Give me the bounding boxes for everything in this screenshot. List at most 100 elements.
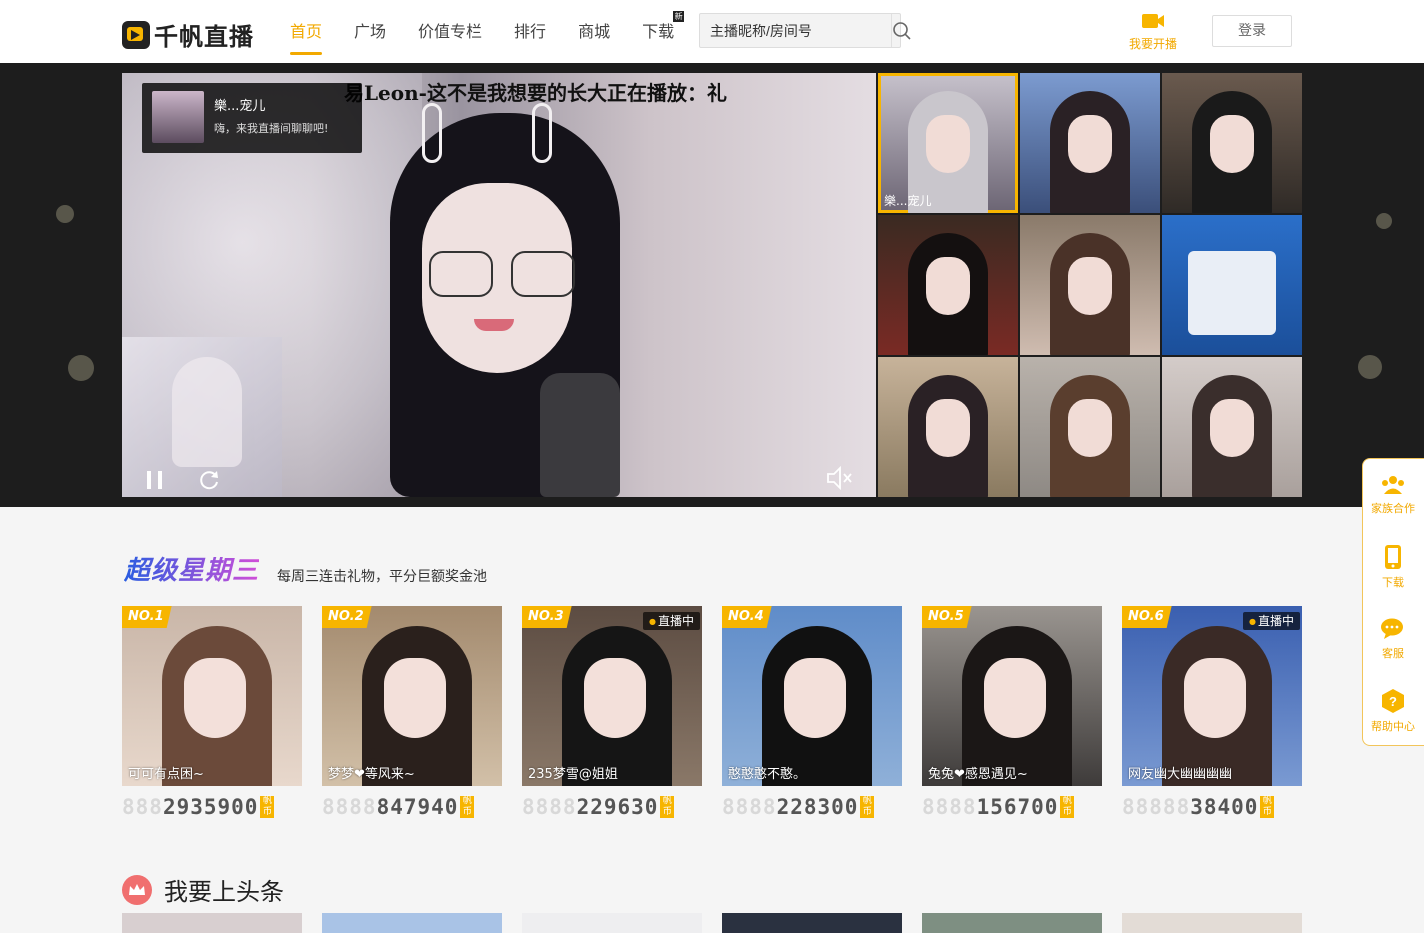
search-box xyxy=(699,13,911,48)
family-cooperation-button[interactable]: 家族合作 xyxy=(1363,459,1423,531)
rank-number: NO.6 xyxy=(1122,606,1172,628)
rank-number: NO.4 xyxy=(722,606,772,628)
live-thumbnail[interactable]: 樂...宠儿 xyxy=(878,73,1018,213)
super-wednesday-subtitle: 每周三连击礼物，平分巨额奖金池 xyxy=(277,569,487,585)
rank-streamer-name: 兔兔❤感恩遇见~ xyxy=(928,767,1028,782)
rank-card[interactable]: NO.5 兔兔❤感恩遇见~ 8888156700 帆币 xyxy=(922,606,1102,822)
broadcast-label: 我要开播 xyxy=(1128,37,1177,51)
video-player[interactable]: 易Leon-这不是我想要的长大正在播放：礼 樂...宠儿 嗨，来我直播间聊聊吧! xyxy=(122,73,876,497)
coin-tag: 帆币 xyxy=(460,796,475,818)
live-badge: 直播中 xyxy=(643,612,700,630)
logo-text: 千帆直播 xyxy=(154,23,254,51)
score-digits: 8888156700 xyxy=(922,795,1058,819)
rank-card[interactable]: NO.2 梦梦❤等风来~ 8888847940 帆币 xyxy=(322,606,502,822)
video-headband-ear xyxy=(422,103,442,163)
hero-live-section: 易Leon-这不是我想要的长大正在播放：礼 樂...宠儿 嗨，来我直播间聊聊吧!… xyxy=(0,63,1424,507)
streamer-message: 嗨，来我直播间聊聊吧! xyxy=(214,122,329,135)
download-button[interactable]: 下载 xyxy=(1363,531,1423,603)
score-digits: 8882935900 xyxy=(122,795,258,819)
search-button[interactable] xyxy=(891,14,912,47)
refresh-icon[interactable] xyxy=(197,468,221,492)
rank-score: 8888156700 帆币 xyxy=(922,794,1102,820)
nav-label: 首页 xyxy=(290,22,323,41)
rank-streamer-name: 可可有点困~ xyxy=(128,767,204,782)
rank-number: NO.2 xyxy=(322,606,372,628)
rank-card[interactable]: NO.3 直播中 235梦雪@姐姐 8888229630 帆币 xyxy=(522,606,702,822)
streamer-avatar xyxy=(152,91,204,143)
live-thumbnail[interactable] xyxy=(1162,357,1302,497)
nav-download[interactable]: 下载 新 xyxy=(626,0,690,63)
rank-card-image: NO.6 直播中 网友幽大幽幽幽幽 xyxy=(1122,606,1302,786)
score-pad: 888 xyxy=(122,795,163,819)
headline-card[interactable] xyxy=(322,913,502,933)
search-input[interactable] xyxy=(700,14,891,47)
phone-icon xyxy=(1385,545,1401,569)
super-wednesday-logo-text: 超级星期三 xyxy=(124,550,259,587)
side-label: 帮助中心 xyxy=(1371,720,1415,733)
nav-label: 商城 xyxy=(578,22,611,41)
top-header: 千帆直播 首页 广场 价值专栏 排行 商城 下载 新 我要开播 登录 xyxy=(0,0,1424,63)
rank-card-image: NO.2 梦梦❤等风来~ xyxy=(322,606,502,786)
nav-label: 广场 xyxy=(354,22,387,41)
customer-service-button[interactable]: 客服 xyxy=(1363,603,1423,675)
score-digits: 8888847940 xyxy=(322,795,458,819)
headline-card[interactable] xyxy=(1122,913,1302,933)
marquee-text: 易Leon-这不是我想要的长大正在播放：礼 xyxy=(344,81,727,105)
live-thumbnail[interactable] xyxy=(1162,73,1302,213)
login-button[interactable]: 登录 xyxy=(1212,15,1292,47)
bokeh-decor xyxy=(68,355,94,381)
nav-mall[interactable]: 商城 xyxy=(562,0,626,63)
score-pad: 88888 xyxy=(1122,795,1191,819)
family-icon xyxy=(1382,476,1404,494)
rank-number: NO.1 xyxy=(122,606,172,628)
pause-icon[interactable] xyxy=(144,469,166,491)
rank-score: 8888229630 帆币 xyxy=(522,794,702,820)
nav-plaza[interactable]: 广场 xyxy=(338,0,402,63)
help-center-button[interactable]: ? 帮助中心 xyxy=(1363,675,1423,747)
video-headband-ear xyxy=(532,103,552,163)
bokeh-decor xyxy=(56,205,74,223)
live-thumbnail[interactable] xyxy=(1020,357,1160,497)
score-pad: 8888 xyxy=(522,795,577,819)
score-value: 2935900 xyxy=(162,795,259,819)
nav-label: 价值专栏 xyxy=(418,22,483,41)
live-thumbnail[interactable] xyxy=(878,357,1018,497)
chat-icon xyxy=(1381,618,1403,639)
video-microphone xyxy=(540,373,620,497)
score-value: 156700 xyxy=(976,795,1059,819)
live-thumbnail[interactable] xyxy=(1162,215,1302,355)
rank-card[interactable]: NO.4 憨憨憨不憨。 8888228300 帆币 xyxy=(722,606,902,822)
site-logo[interactable]: 千帆直播 xyxy=(122,17,254,52)
thumbnail-label: 樂...宠儿 xyxy=(884,194,932,208)
rank-score: 8888847940 帆币 xyxy=(322,794,502,820)
live-thumbnail-grid: 樂...宠儿 xyxy=(878,73,1302,497)
headline-card[interactable] xyxy=(122,913,302,933)
rank-number: NO.5 xyxy=(922,606,972,628)
score-pad: 8888 xyxy=(722,795,777,819)
coin-tag: 帆币 xyxy=(660,796,675,818)
rank-score: 8882935900 帆币 xyxy=(122,794,302,820)
nav-label: 排行 xyxy=(514,22,547,41)
rank-card[interactable]: NO.1 可可有点困~ 8882935900 帆币 xyxy=(122,606,302,822)
streamer-info: 樂...宠儿 嗨，来我直播间聊聊吧! xyxy=(214,91,328,145)
rank-card[interactable]: NO.6 直播中 网友幽大幽幽幽幽 8888838400 帆币 xyxy=(1122,606,1302,822)
headline-cards xyxy=(122,913,1302,933)
help-icon: ? xyxy=(1382,689,1404,713)
score-value: 228300 xyxy=(776,795,859,819)
crown-icon xyxy=(122,874,152,905)
super-wednesday-ranking: NO.1 可可有点困~ 8882935900 帆币 NO.2 梦梦❤等风来~ 8… xyxy=(122,606,1302,822)
live-thumbnail[interactable] xyxy=(1020,73,1160,213)
headline-card[interactable] xyxy=(722,913,902,933)
nav-value-column[interactable]: 价值专栏 xyxy=(402,0,498,63)
nav-ranking[interactable]: 排行 xyxy=(498,0,562,63)
score-digits: 8888838400 xyxy=(1122,795,1258,819)
start-broadcast-button[interactable]: 我要开播 xyxy=(1122,13,1184,52)
live-thumbnail[interactable] xyxy=(1020,215,1160,355)
mute-icon[interactable] xyxy=(825,465,853,491)
headline-card[interactable] xyxy=(522,913,702,933)
headline-card[interactable] xyxy=(922,913,1102,933)
streamer-card[interactable]: 樂...宠儿 嗨，来我直播间聊聊吧! xyxy=(142,83,362,153)
nav-home[interactable]: 首页 xyxy=(274,0,338,63)
score-pad: 8888 xyxy=(922,795,977,819)
live-thumbnail[interactable] xyxy=(878,215,1018,355)
